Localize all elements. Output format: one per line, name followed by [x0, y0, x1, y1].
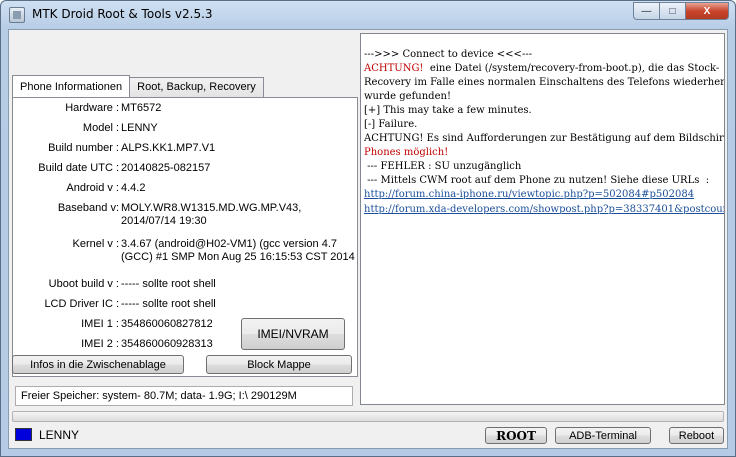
- phone-info-panel: Hardware : MT6572 Model : LENNY Build nu…: [12, 97, 358, 377]
- android-version-label: Android v :: [66, 182, 119, 194]
- tab-phone-info[interactable]: Phone Informationen: [12, 75, 131, 97]
- main-client-area: Phone Informationen Root, Backup, Recove…: [8, 29, 728, 449]
- log-line: [+] This may take a few minutes.: [364, 105, 532, 116]
- build-date-label: Build date UTC :: [38, 162, 119, 174]
- root-button[interactable]: ROOT: [485, 427, 547, 444]
- device-name: LENNY: [39, 428, 80, 442]
- lcd-driver-value: ----- sollte root shell: [121, 298, 216, 310]
- uboot-label: Uboot build v :: [48, 278, 119, 290]
- model-label: Model :: [82, 122, 119, 134]
- device-color-indicator: [15, 428, 32, 441]
- build-number-label: Build number :: [48, 142, 119, 154]
- block-map-button[interactable]: Block Mappe: [206, 355, 352, 374]
- imei-nvram-button[interactable]: IMEI/NVRAM: [241, 318, 345, 350]
- log-line: wurde gefunden!: [364, 91, 451, 102]
- log-line: --- Mittels CWM root auf dem Phone zu nu…: [364, 175, 710, 186]
- build-number-value: ALPS.KK1.MP7.V1: [121, 142, 216, 154]
- log-line: Recovery im Falle eines normalen Einscha…: [364, 77, 725, 88]
- tab-root-backup-recovery[interactable]: Root, Backup, Recovery: [129, 77, 264, 97]
- memory-status: Freier Speicher: system- 80.7M; data- 1.…: [15, 386, 353, 406]
- copy-to-clipboard-button[interactable]: Infos in die Zwischenablage: [12, 355, 184, 374]
- log-line: --- FEHLER : SU unzugänglich: [364, 161, 522, 172]
- hardware-label: Hardware :: [65, 102, 119, 114]
- tab-strip: Phone Informationen Root, Backup, Recove…: [12, 75, 264, 98]
- kernel-label: Kernel v :: [72, 238, 119, 250]
- log-line: ACHTUNG! eine Datei (/system/recovery-fr…: [364, 62, 724, 76]
- window-controls: — □ X: [633, 2, 729, 20]
- imei1-label: IMEI 1 :: [81, 318, 119, 330]
- log-line: Phones möglich!: [364, 147, 449, 158]
- log-text: eine Datei (/system/recovery-from-boot.p…: [426, 63, 720, 74]
- close-button[interactable]: X: [685, 2, 729, 20]
- kernel-value: 3.4.67 (android@H02-VM1) (gcc version 4.…: [121, 238, 355, 263]
- minimize-button[interactable]: —: [633, 2, 660, 20]
- log-output[interactable]: --->>> Connect to device <<<--- ACHTUNG!…: [360, 33, 725, 405]
- log-link-xda[interactable]: http://forum.xda-developers.com/showpost…: [364, 204, 724, 215]
- window-title: MTK Droid Root & Tools v2.5.3: [32, 7, 213, 21]
- model-value: LENNY: [121, 122, 158, 134]
- log-line: http://forum.xda-developers.com/showpost…: [364, 202, 724, 217]
- log-warning-text: ACHTUNG!: [364, 63, 427, 74]
- log-line: --->>> Connect to device <<<---: [364, 49, 533, 60]
- progress-bar: [12, 411, 724, 422]
- title-bar[interactable]: MTK Droid Root & Tools v2.5.3 — □ X: [1, 1, 735, 29]
- baseband-value: MOLY.WR8.W1315.MD.WG.MP.V43, 2014/07/14 …: [121, 202, 302, 227]
- reboot-button[interactable]: Reboot: [669, 427, 724, 444]
- baseband-label: Baseband v:: [57, 202, 119, 214]
- hardware-value: MT6572: [121, 102, 162, 114]
- app-icon: [9, 7, 25, 23]
- app-window: MTK Droid Root & Tools v2.5.3 — □ X Phon…: [0, 0, 736, 457]
- maximize-button[interactable]: □: [659, 2, 686, 20]
- log-link-china-iphone[interactable]: http://forum.china-iphone.ru/viewtopic.p…: [364, 188, 724, 202]
- lcd-driver-label: LCD Driver IC :: [44, 298, 119, 310]
- adb-terminal-button[interactable]: ADB-Terminal: [555, 427, 651, 444]
- android-version-value: 4.4.2: [121, 182, 146, 194]
- log-line: ACHTUNG! Es sind Aufforderungen zur Best…: [364, 133, 725, 144]
- log-line: [-] Failure.: [364, 119, 418, 130]
- uboot-value: ----- sollte root shell: [121, 278, 216, 290]
- build-date-value: 20140825-082157: [121, 162, 211, 174]
- imei2-label: IMEI 2 :: [81, 338, 119, 350]
